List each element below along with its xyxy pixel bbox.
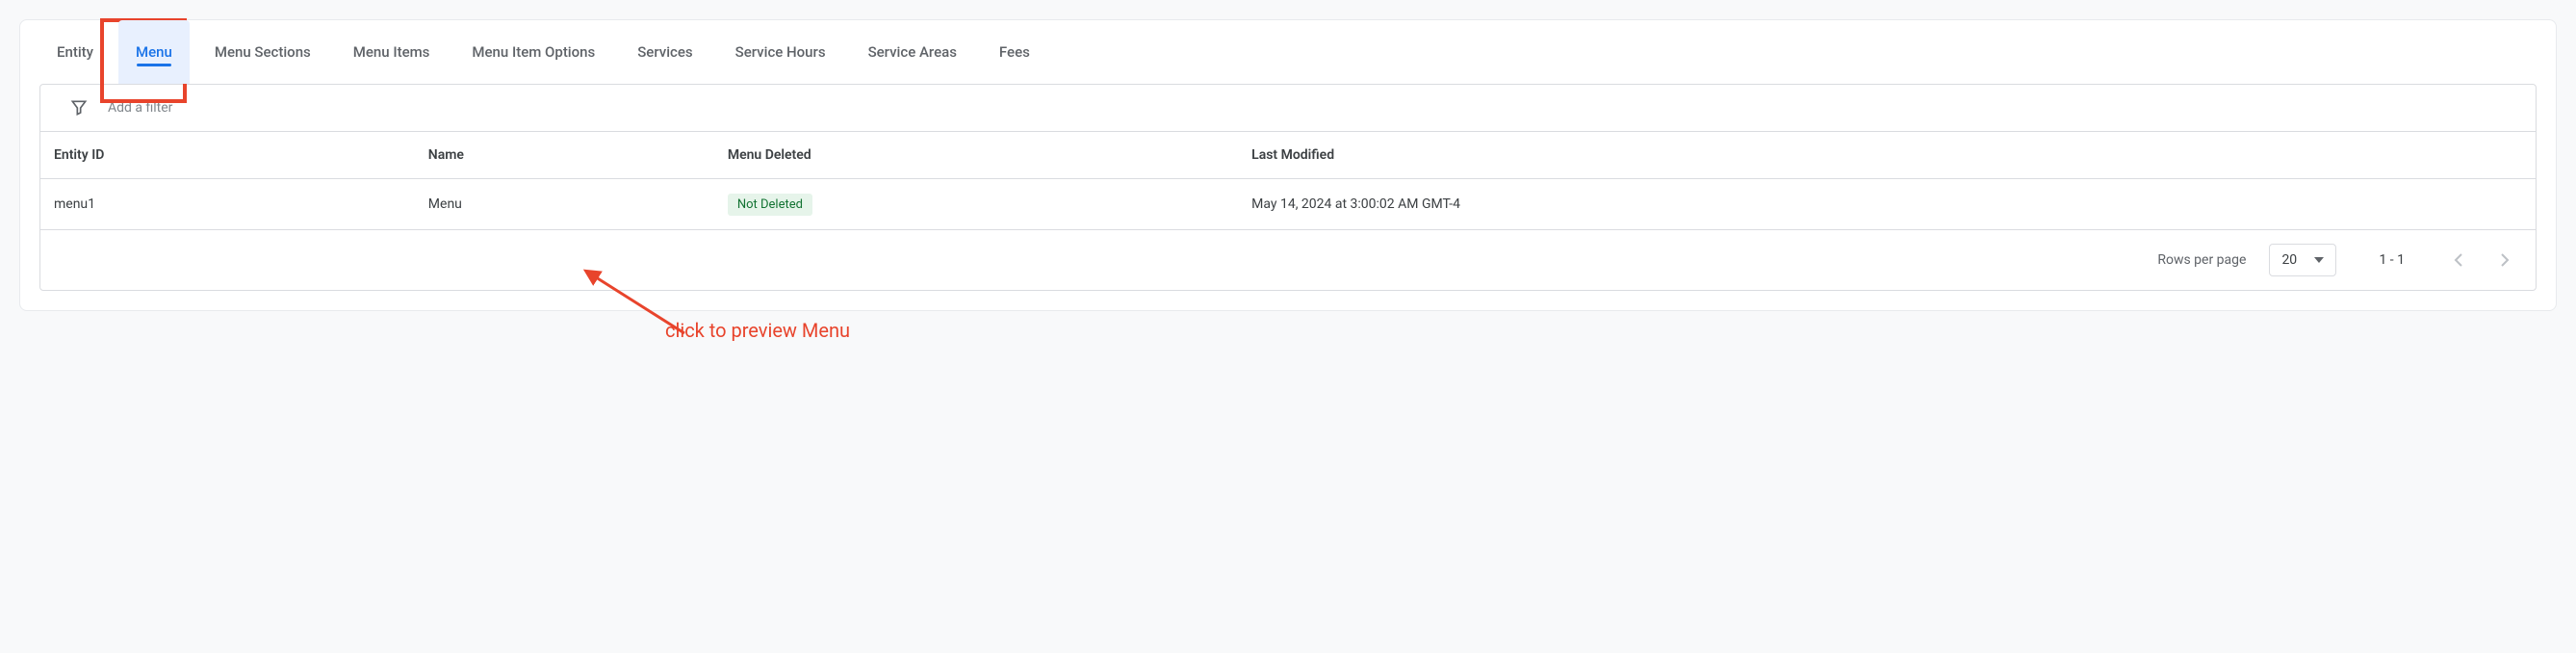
table-container: Add a filter Entity ID Name Menu Deleted… — [39, 84, 2537, 291]
tab-menu-sections[interactable]: Menu Sections — [197, 20, 328, 84]
tab-entity[interactable]: Entity — [39, 20, 111, 84]
col-name[interactable]: Name — [415, 132, 714, 179]
status-badge: Not Deleted — [728, 194, 812, 216]
table-row[interactable]: menu1 Menu Not Deleted May 14, 2024 at 3… — [40, 179, 2536, 230]
col-entity-id[interactable]: Entity ID — [40, 132, 415, 179]
tab-fees[interactable]: Fees — [982, 20, 1047, 84]
filter-placeholder: Add a filter — [108, 100, 172, 116]
pagination-range: 1 - 1 — [2379, 252, 2405, 268]
chevron-left-icon — [2453, 253, 2464, 267]
prev-page-button[interactable] — [2447, 248, 2470, 273]
tab-menu-item-options[interactable]: Menu Item Options — [454, 20, 612, 84]
filter-icon — [69, 98, 89, 118]
cell-entity-id: menu1 — [40, 179, 415, 230]
tab-service-hours[interactable]: Service Hours — [718, 20, 843, 84]
cell-last-modified: May 14, 2024 at 3:00:02 AM GMT-4 — [1238, 179, 2536, 230]
chevron-right-icon — [2499, 253, 2511, 267]
main-panel: Entity Menu Menu Sections Menu Items Men… — [19, 19, 2557, 311]
table-header-row: Entity ID Name Menu Deleted Last Modifie… — [40, 132, 2536, 179]
tab-bar: Entity Menu Menu Sections Menu Items Men… — [20, 20, 2556, 84]
annotation-text: click to preview Menu — [665, 319, 850, 342]
tab-service-areas[interactable]: Service Areas — [851, 20, 974, 84]
filter-row[interactable]: Add a filter — [40, 85, 2536, 131]
next-page-button[interactable] — [2493, 248, 2516, 273]
rows-per-page-label: Rows per page — [2157, 252, 2246, 268]
rows-per-page-value: 20 — [2281, 252, 2297, 268]
data-table: Entity ID Name Menu Deleted Last Modifie… — [40, 131, 2536, 230]
dropdown-icon — [2314, 255, 2324, 265]
col-menu-deleted[interactable]: Menu Deleted — [714, 132, 1238, 179]
tab-services[interactable]: Services — [620, 20, 709, 84]
tab-menu-items[interactable]: Menu Items — [336, 20, 448, 84]
col-last-modified[interactable]: Last Modified — [1238, 132, 2536, 179]
rows-per-page-select[interactable]: 20 — [2269, 244, 2336, 276]
tab-menu[interactable]: Menu — [118, 20, 190, 84]
pagination: Rows per page 20 1 - 1 — [40, 230, 2536, 290]
cell-name: Menu — [415, 179, 714, 230]
cell-menu-deleted: Not Deleted — [714, 179, 1238, 230]
